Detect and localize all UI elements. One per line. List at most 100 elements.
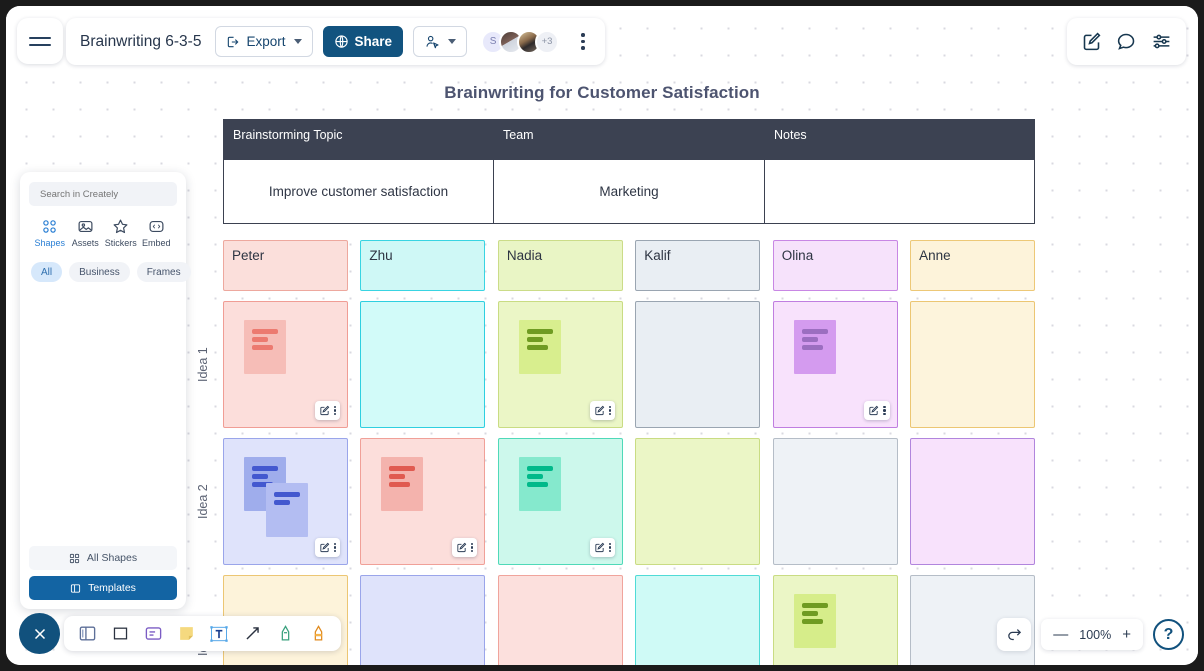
participant-name-label: Peter [232,248,265,263]
note-more-icon[interactable] [333,405,336,416]
document-title[interactable]: Brainwriting 6-3-5 [80,33,201,51]
idea-cell[interactable] [360,301,486,428]
close-toolbar-button[interactable] [19,613,60,654]
hamburger-menu-button[interactable] [17,18,63,64]
search-box[interactable] [29,182,177,206]
idea-cell[interactable] [772,575,898,665]
participant-name-card[interactable]: Nadia [497,240,623,291]
sticky-note-thumbnail[interactable] [518,320,561,374]
note-hover-toolbar[interactable] [589,538,615,557]
avatar-overflow-count[interactable]: +3 [535,29,560,54]
note-text-line [526,329,553,334]
edit-note-icon[interactable] [456,542,467,553]
sticky-note-icon[interactable] [175,623,197,645]
filter-chip-business[interactable]: Business [69,262,130,282]
edit-note-icon[interactable] [594,405,605,416]
sidebar-item-assets[interactable]: Assets [68,218,104,248]
idea-cell[interactable] [360,438,486,565]
pen-tool-icon[interactable] [274,623,296,645]
sidebar-item-shapes[interactable]: Shapes [32,218,68,248]
sticky-note-thumbnail[interactable] [518,457,561,511]
idea-row-label: Idea 1 [196,347,210,382]
idea-cell[interactable] [772,438,898,565]
share-button[interactable]: Share [322,26,404,57]
table-cell-team[interactable]: Marketing [493,159,765,224]
table-cell-topic[interactable]: Improve customer satisfaction [223,159,494,224]
sidebar-item-embed[interactable]: Embed [139,218,175,248]
zoom-in-button[interactable]: + [1122,627,1131,642]
frame-icon[interactable] [76,623,98,645]
participant-name-card[interactable]: Peter [223,240,348,291]
note-more-icon[interactable] [608,542,611,553]
idea-cell[interactable] [910,301,1036,428]
note-text-line [801,345,823,350]
idea-cell[interactable] [223,438,348,565]
note-hover-toolbar[interactable] [314,538,340,557]
sidebar-item-label: Stickers [104,238,137,248]
settings-sliders-icon[interactable] [1151,31,1172,52]
zoom-out-button[interactable]: — [1053,627,1068,642]
idea-cell[interactable] [910,438,1036,565]
sticky-note-thumbnail[interactable] [381,457,424,511]
participant-name-card[interactable]: Kalif [635,240,761,291]
participant-name-card[interactable]: Olina [772,240,898,291]
search-input[interactable] [40,188,172,200]
rectangle-shape-icon[interactable] [109,623,131,645]
edit-note-icon[interactable] [319,405,330,416]
note-text-line [526,337,543,342]
note-hover-toolbar[interactable] [864,401,890,420]
text-tool-icon[interactable] [208,623,230,645]
sticky-note-thumbnail[interactable] [793,320,836,374]
note-more-icon[interactable] [608,405,611,416]
idea-cell[interactable] [497,301,623,428]
filter-chip-all[interactable]: All [31,262,63,282]
idea-cell[interactable] [360,575,486,665]
filter-chip-frames[interactable]: Frames [136,262,191,282]
sidebar-item-stickers[interactable]: Stickers [103,218,139,248]
sticky-note-thumbnail[interactable] [244,320,286,374]
table-header-notes: Notes [764,119,1035,160]
grid-icon [69,553,79,563]
participant-name-label: Nadia [506,248,543,263]
note-hover-toolbar[interactable] [314,401,340,420]
note-hover-toolbar[interactable] [589,401,615,420]
arrow-connector-icon[interactable] [241,623,263,645]
idea-cell[interactable] [223,301,348,428]
idea-cell[interactable] [497,575,623,665]
presence-button[interactable] [413,26,468,57]
edit-pencil-icon[interactable] [1081,31,1102,52]
comment-bubble-icon[interactable] [1116,31,1137,52]
idea-cell[interactable] [635,301,761,428]
participant-name-label: Kalif [644,248,671,263]
idea-cell[interactable] [635,438,761,565]
export-button[interactable]: Export [215,26,313,57]
edit-note-icon[interactable] [319,542,330,553]
card-note-icon[interactable] [142,623,164,645]
note-hover-toolbar[interactable] [452,538,478,557]
participant-name-label: Zhu [369,248,393,263]
note-text-line [274,500,290,505]
help-button[interactable]: ? [1153,619,1184,650]
template-icon [70,583,81,593]
sticky-note-thumbnail[interactable] [793,594,836,648]
code-embed-icon [149,220,164,233]
idea-cell[interactable] [497,438,623,565]
table-cell-notes[interactable] [764,159,1035,224]
redo-button[interactable] [997,618,1032,651]
note-more-icon[interactable] [333,542,336,553]
collaborator-avatars[interactable]: S +3 [481,29,560,54]
note-more-icon[interactable] [883,405,886,416]
edit-note-icon[interactable] [594,542,605,553]
idea-cell[interactable] [635,575,761,665]
all-shapes-button[interactable]: All Shapes [29,546,177,570]
templates-button[interactable]: Templates [29,576,177,600]
participant-name-card[interactable]: Zhu [360,240,486,291]
more-vertical-icon[interactable] [573,33,593,50]
board-title: Brainwriting for Customer Satisfaction [444,83,760,102]
sticky-note-thumbnail[interactable] [266,483,308,537]
participant-name-card[interactable]: Anne [910,240,1036,291]
note-more-icon[interactable] [471,542,474,553]
edit-note-icon[interactable] [868,405,879,416]
idea-cell[interactable] [772,301,898,428]
highlighter-tool-icon[interactable] [307,623,329,645]
